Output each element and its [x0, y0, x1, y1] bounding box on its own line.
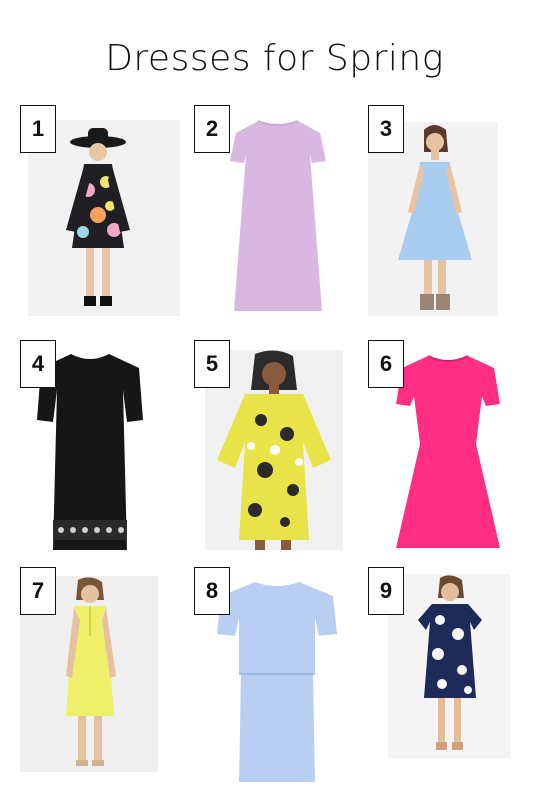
item-number-3: 3 [368, 105, 404, 153]
item-number-4: 4 [20, 340, 56, 388]
dress-photo-2[interactable] [218, 115, 338, 315]
dress-photo-9[interactable] [388, 574, 510, 758]
item-number-5: 5 [194, 340, 230, 388]
item-number-8: 8 [194, 567, 230, 615]
item-number-6: 6 [368, 340, 404, 388]
page-title: Dresses for Spring [105, 38, 444, 79]
dress-photo-8[interactable] [215, 578, 340, 784]
item-number-9: 9 [368, 567, 404, 615]
item-number-2: 2 [194, 105, 230, 153]
item-number-7: 7 [20, 567, 56, 615]
item-number-1: 1 [20, 105, 56, 153]
dress-photo-6[interactable] [392, 352, 504, 552]
